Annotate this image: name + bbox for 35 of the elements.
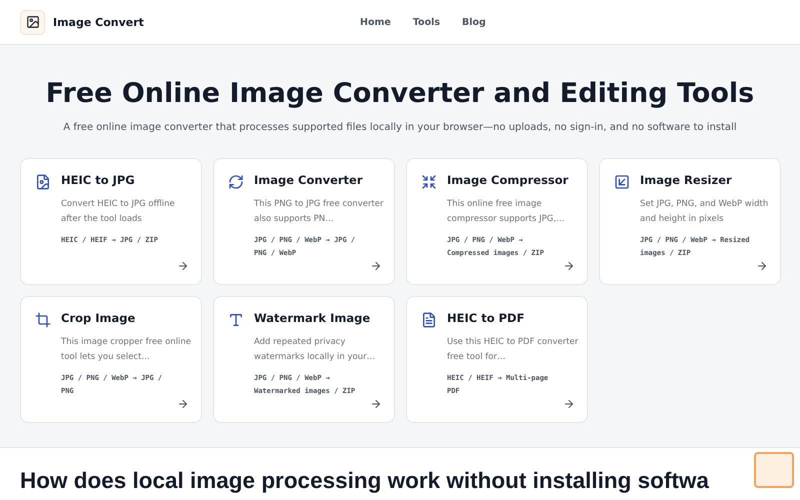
- tool-title: HEIC to PDF: [447, 311, 526, 325]
- hero-title: Free Online Image Converter and Editing Tools: [44, 78, 756, 109]
- tool-description: Add repeated privacy watermarks locally in your…: [254, 336, 376, 364]
- nav-link[interactable]: Tools: [412, 16, 440, 28]
- tool-description: This online free image compressor supports JPG,…: [447, 198, 566, 226]
- shrink-arrows-icon: [421, 174, 437, 190]
- arrow-right-icon: [756, 260, 768, 272]
- arrow-right-icon: [177, 260, 189, 272]
- arrow-right-icon: [563, 260, 575, 272]
- arrow-right-icon: [563, 398, 575, 410]
- nav-link[interactable]: Blog: [462, 16, 486, 28]
- tool-title: HEIC to JPG: [61, 173, 136, 187]
- arrow-right-icon: [370, 260, 382, 272]
- tool-description: This image cropper free online tool lets you select…: [61, 336, 192, 364]
- text-icon: [228, 312, 244, 328]
- section-heading: How does local image processing work without installing softwa: [20, 468, 709, 494]
- tool-description: This PNG to JPG free converter also supports PN…: [254, 198, 385, 226]
- hero-subtitle: A free online image converter that processes supported files locally in your browser—no uploads, no sign-in, and no software to install: [62, 122, 738, 133]
- brand-name: Image Convert: [53, 16, 144, 28]
- tool-title: Image Resizer: [640, 173, 733, 187]
- document-icon: [421, 312, 437, 328]
- tool-title: Watermark Image: [254, 311, 372, 325]
- file-image-icon: [35, 174, 51, 190]
- crop-icon: [35, 312, 51, 328]
- nav-link[interactable]: Home: [360, 16, 391, 28]
- tool-title: Image Converter: [254, 173, 364, 187]
- tool-title: Image Compressor: [447, 173, 570, 187]
- refresh-icon: [228, 174, 244, 190]
- tool-description: Use this HEIC to PDF converter free tool for…: [447, 336, 579, 364]
- tool-title: Crop Image: [61, 311, 136, 325]
- tool-description: Convert HEIC to JPG offline after the tool loads: [61, 198, 176, 226]
- tool-description: Set JPG, PNG, and WebP width and height in pixels: [640, 198, 770, 226]
- arrow-right-icon: [177, 398, 189, 410]
- arrow-right-icon: [370, 398, 382, 410]
- logo-icon[interactable]: [20, 10, 45, 34]
